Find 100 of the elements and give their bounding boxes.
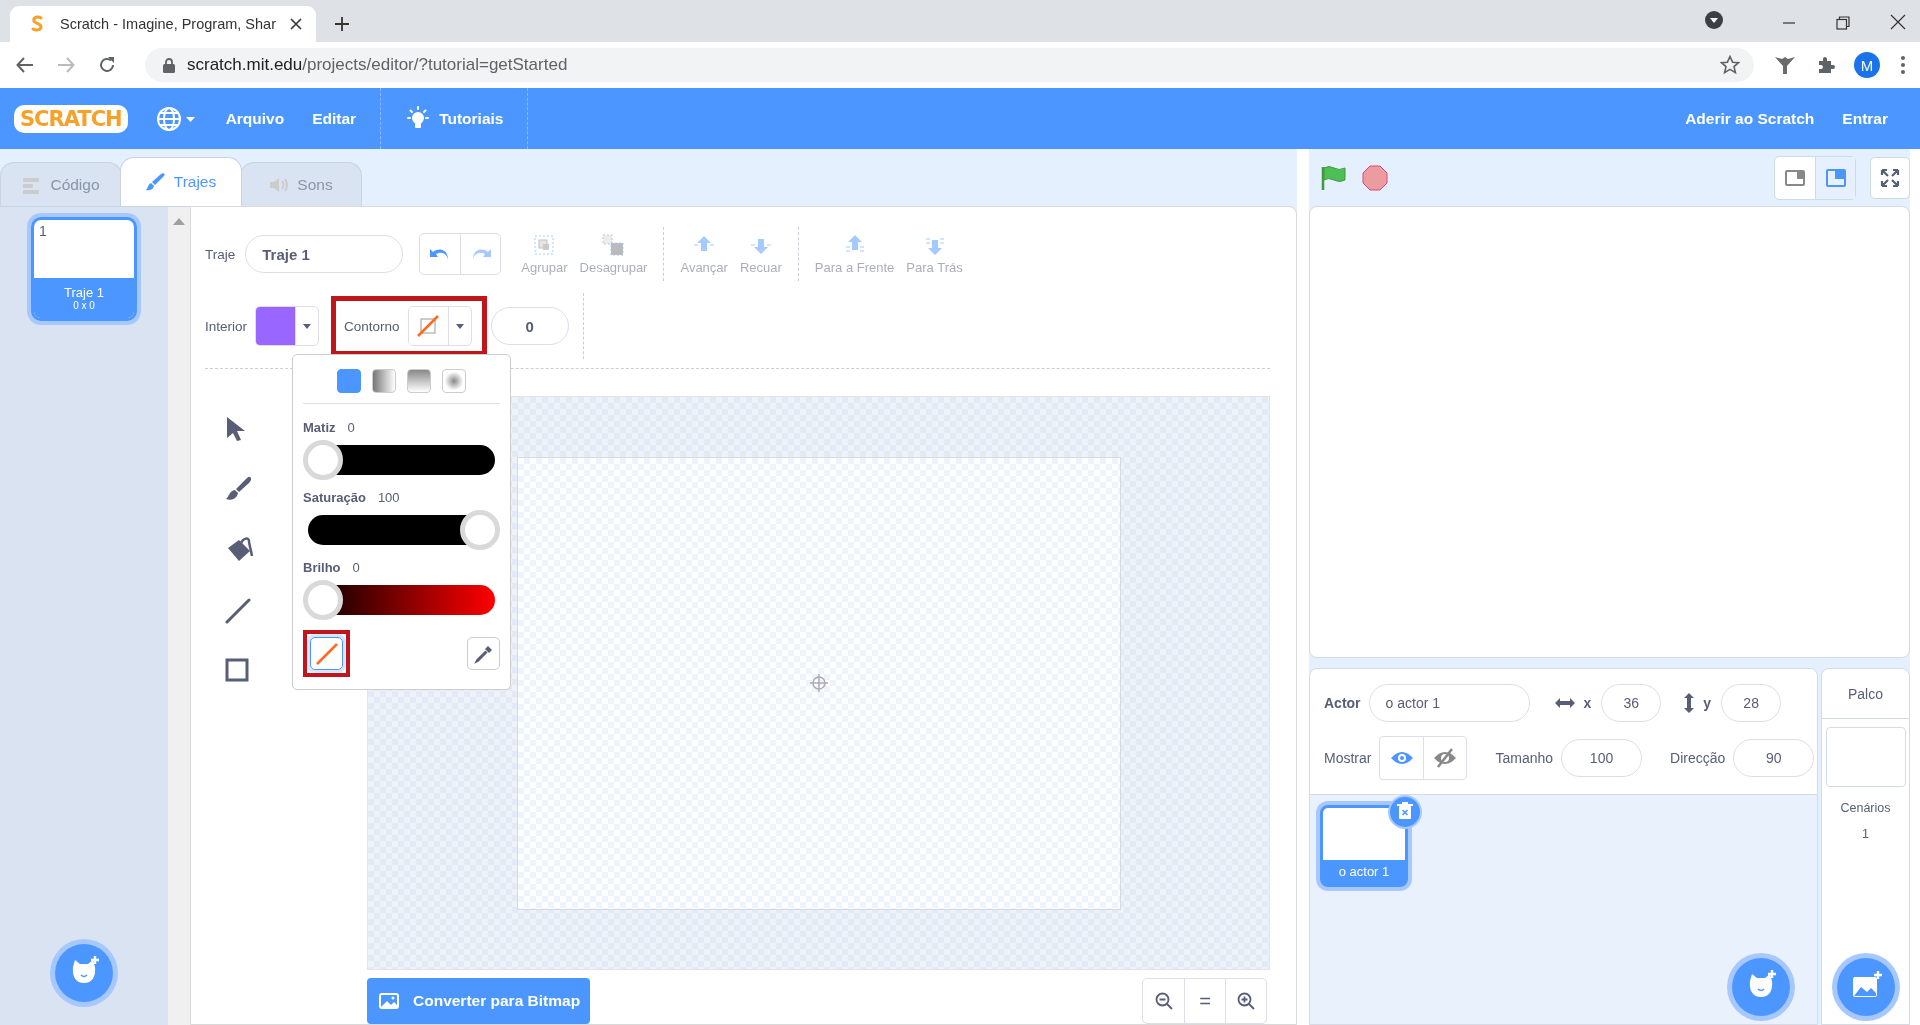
slider-thumb[interactable]	[303, 580, 343, 620]
slider-value: 100	[377, 490, 400, 506]
eyedropper-icon	[473, 643, 494, 664]
close-icon[interactable]	[290, 18, 302, 30]
tab-search-icon[interactable]	[1704, 10, 1724, 30]
backdrops-label: Cenários	[1840, 801, 1891, 815]
x-field[interactable]: 36	[1601, 684, 1662, 722]
language-globe-icon[interactable]	[155, 105, 196, 132]
delete-icon[interactable]	[1388, 795, 1422, 829]
costume-size: 0 x 0	[73, 300, 95, 311]
y-field[interactable]: 28	[1721, 684, 1782, 722]
fullscreen-button[interactable]	[1870, 156, 1910, 199]
back-icon[interactable]	[16, 56, 34, 74]
fill-mode-button[interactable]	[372, 369, 396, 393]
no-color-icon	[417, 315, 440, 337]
direction-label: Direcção	[1670, 750, 1726, 766]
outline-label: Contorno	[344, 318, 400, 334]
costume-label: Traje	[205, 246, 236, 262]
slider-label: Brilho	[303, 560, 341, 576]
crosshair-icon	[808, 673, 829, 693]
paintbrush-icon	[145, 172, 166, 192]
slider-label: Saturação	[303, 490, 366, 506]
sprite-name-field[interactable]: o actor 1	[1368, 684, 1530, 722]
vertical-arrow-icon	[1683, 692, 1696, 714]
slider-value: 0	[347, 420, 355, 436]
brush-icon[interactable]	[225, 476, 253, 502]
fill-color-dropdown[interactable]	[255, 306, 320, 346]
stop-icon[interactable]	[1361, 163, 1389, 192]
backdrops-count: 1	[1862, 827, 1869, 841]
scratch-logo[interactable]: SCRATCH	[14, 104, 128, 133]
stage-thumbnail[interactable]	[1825, 727, 1906, 787]
no-color-button[interactable]	[310, 637, 343, 670]
caret-icon	[455, 323, 464, 329]
x-label: x	[1583, 695, 1592, 711]
eyedropper-button[interactable]	[467, 637, 500, 670]
convert-to-bitmap-button[interactable]: Converter para Bitmap	[367, 978, 591, 1024]
size-field[interactable]: 100	[1561, 739, 1643, 777]
caret-icon	[303, 323, 312, 329]
slider-label: Matiz	[303, 420, 336, 436]
sprite-name: o actor 1	[1323, 860, 1405, 884]
rectangle-icon[interactable]	[225, 658, 249, 682]
zoom-out-icon	[1154, 992, 1173, 1010]
menu-item[interactable]: Aderir ao Scratch	[1671, 109, 1829, 128]
menu-item[interactable]: Arquivo	[211, 109, 299, 128]
slider-thumb[interactable]	[460, 510, 500, 550]
add-backdrop-icon[interactable]	[1835, 957, 1896, 1017]
fill-mode-button[interactable]	[442, 369, 466, 393]
flag-icon[interactable]	[1319, 163, 1347, 192]
costume-name: Traje 1	[64, 285, 104, 300]
close-icon[interactable]	[1890, 14, 1906, 30]
tutorials-button[interactable]: Tutoriais	[391, 105, 518, 132]
add-sprite-icon[interactable]	[1731, 957, 1791, 1017]
stage-title: Palco	[1848, 685, 1883, 702]
group-icon	[532, 233, 557, 257]
profile-avatar[interactable]: M	[1854, 52, 1880, 78]
paint-bucket-icon[interactable]	[225, 536, 255, 564]
editor-tab[interactable]: Trajes	[120, 157, 242, 206]
show-label: Mostrar	[1324, 750, 1372, 766]
costume-name-field[interactable]: Traje 1	[245, 235, 404, 273]
line-icon[interactable]	[225, 598, 251, 624]
size-label: Tamanho	[1495, 750, 1554, 766]
outline-width-field[interactable]: 0	[490, 307, 569, 345]
y-label: y	[1703, 695, 1712, 711]
tab-title: Scratch - Imagine, Program, Shar	[60, 16, 276, 32]
menu-icon[interactable]	[1900, 55, 1906, 75]
zoom-in-icon	[1237, 992, 1255, 1010]
editor-tab[interactable]: Código	[0, 162, 122, 206]
restore-icon[interactable]	[1836, 16, 1850, 30]
eye-icon	[1389, 750, 1414, 766]
address-bar[interactable]: scratch.mit.edu/projects/editor/?tutorial=getStarted	[145, 48, 1754, 82]
outline-color-dropdown[interactable]	[407, 306, 472, 346]
redo-icon	[470, 247, 491, 261]
layout-icon	[1824, 166, 1847, 189]
funnel-icon[interactable]	[1774, 54, 1796, 76]
reload-icon[interactable]	[98, 56, 116, 74]
eye-slash-icon	[1433, 748, 1458, 768]
fill-label: Interior	[205, 318, 248, 334]
horizontal-arrow-icon	[1553, 697, 1576, 709]
select-arrow-icon[interactable]	[225, 416, 247, 442]
costume-number: 1	[39, 223, 47, 239]
add-cat-icon[interactable]	[54, 943, 114, 1003]
normal-stage-button[interactable]	[1815, 156, 1855, 199]
fullscreen-icon	[1880, 167, 1900, 188]
new-tab-icon[interactable]	[334, 16, 350, 32]
ungroup-icon	[601, 233, 626, 257]
slider-value: 0	[352, 560, 360, 576]
menu-item[interactable]: Editar	[298, 109, 371, 128]
undo-icon	[430, 247, 451, 261]
lock-icon	[163, 57, 175, 73]
menu-item[interactable]: Entrar	[1828, 109, 1902, 128]
editor-tab[interactable]: Sons	[240, 162, 362, 206]
browser-tab[interactable]: Scratch - Imagine, Program, Shar	[10, 6, 316, 42]
image-icon	[379, 993, 399, 1009]
direction-field[interactable]: 90	[1733, 739, 1815, 777]
fill-mode-button[interactable]	[407, 369, 431, 393]
extensions-icon[interactable]	[1816, 55, 1836, 75]
slider-thumb[interactable]	[303, 440, 343, 480]
bookmark-star-icon[interactable]	[1720, 55, 1740, 75]
actor-label: Actor	[1324, 695, 1361, 711]
url-text: scratch.mit.edu/projects/editor/?tutorial=getStarted	[187, 55, 568, 75]
